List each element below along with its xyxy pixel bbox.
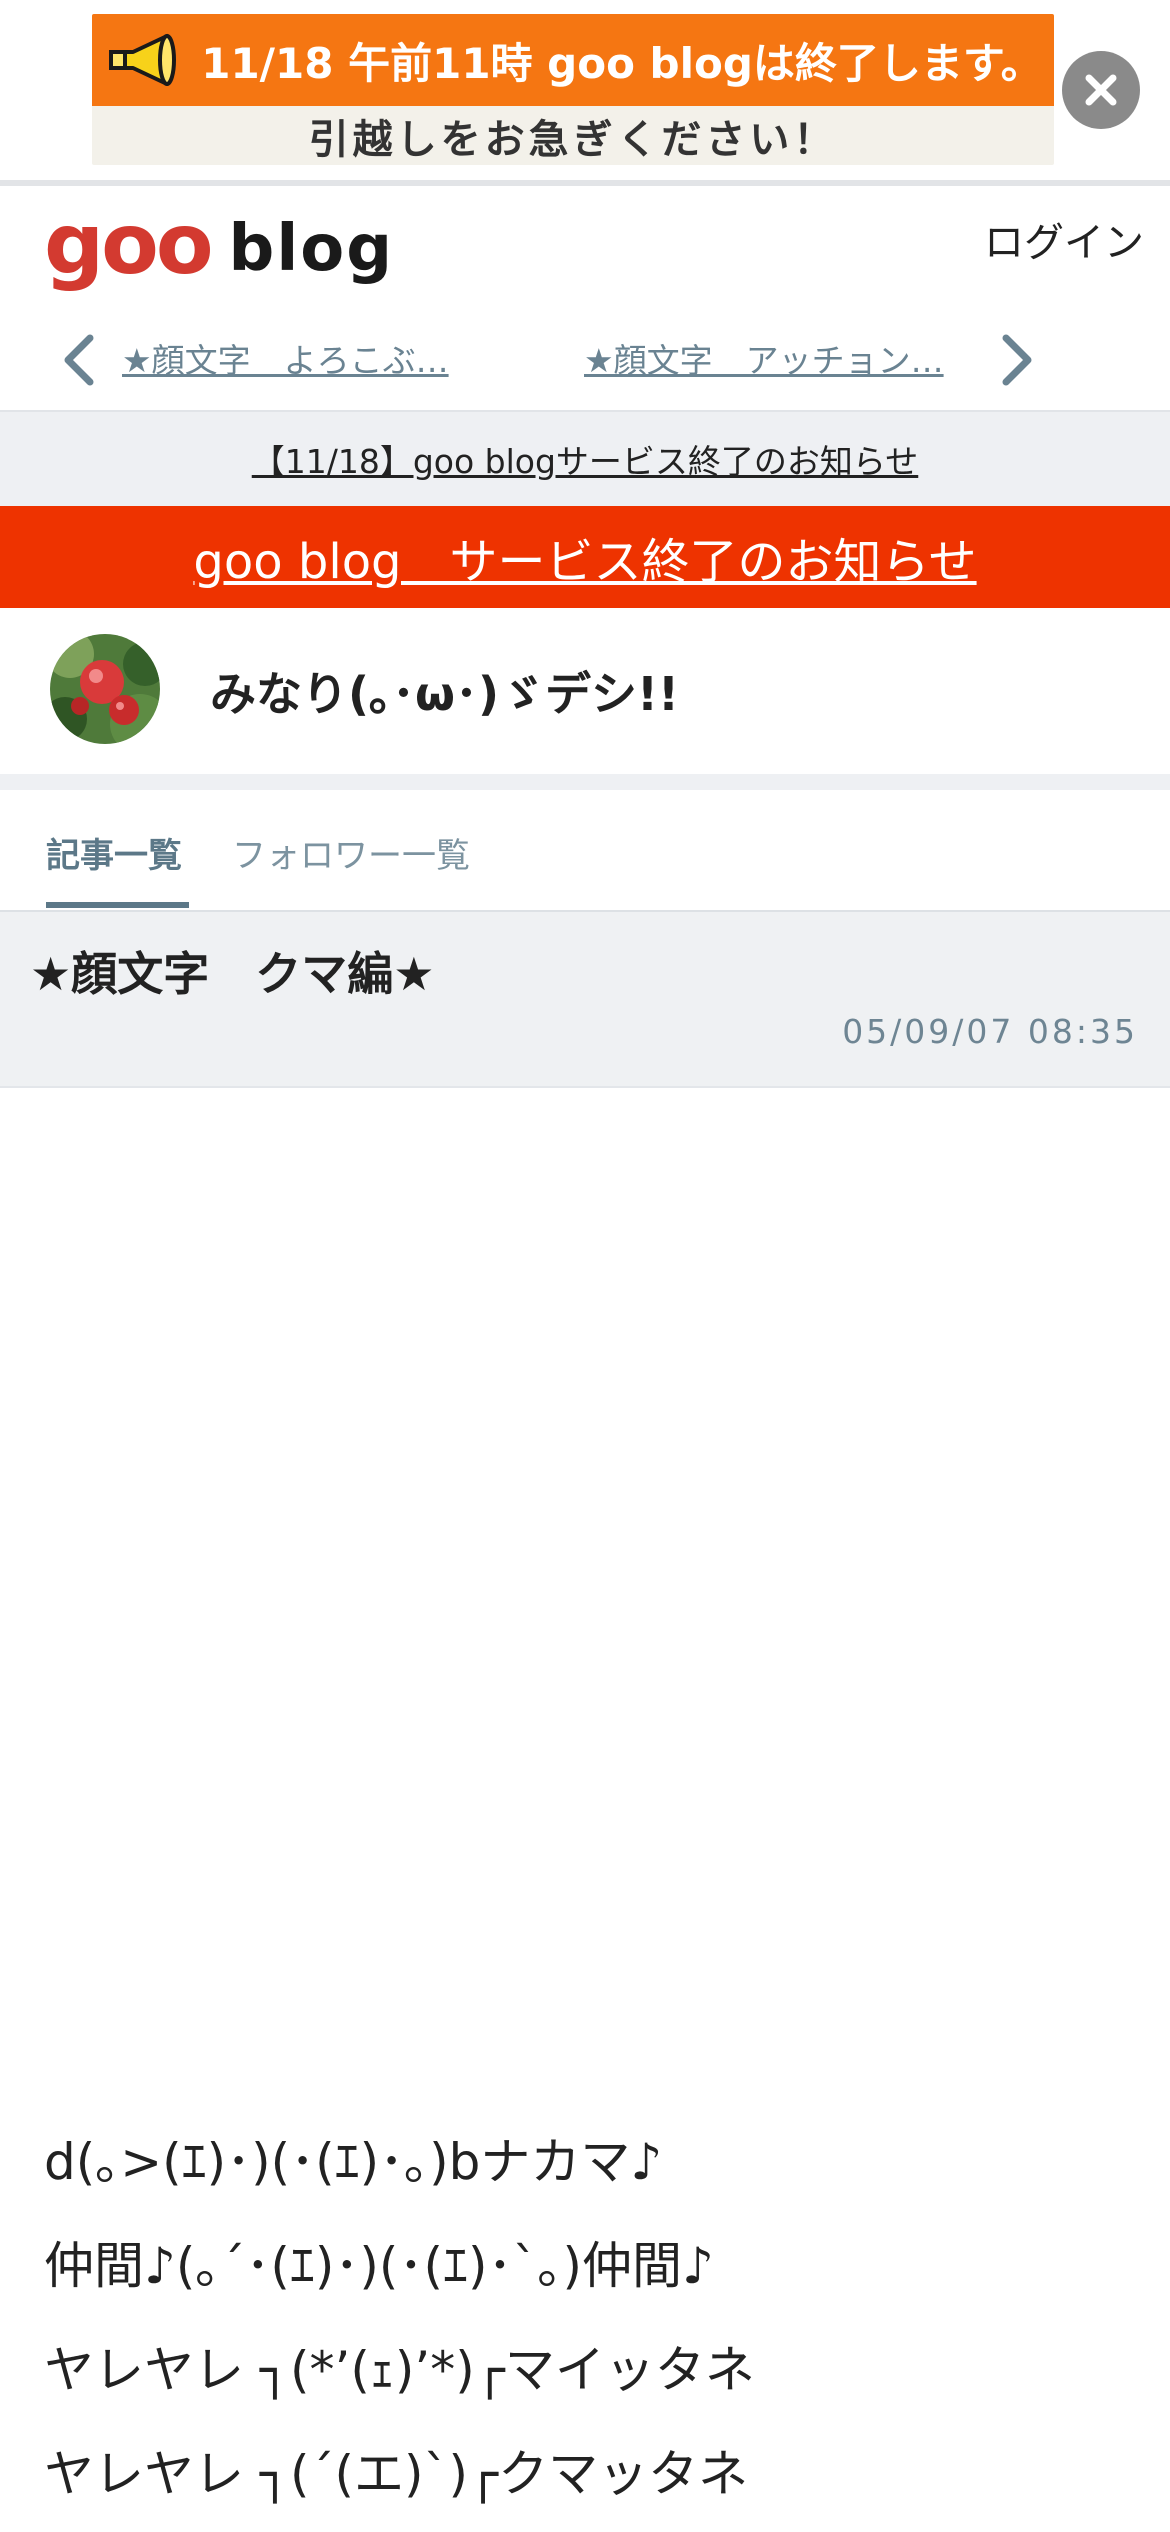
- goo-blog-logo[interactable]: goo blog: [44, 195, 395, 293]
- body-line: d(｡>(ｴ)･)(･(ｴ)･｡)bナカマ♪: [44, 2133, 663, 2191]
- avatar-image: [50, 634, 160, 744]
- login-link[interactable]: ログイン: [984, 210, 1144, 268]
- prev-article-link[interactable]: ★顔文字 よろこぶ…: [122, 334, 492, 382]
- megaphone-icon: [109, 34, 177, 86]
- avatar[interactable]: [50, 634, 160, 744]
- logo-blog: blog: [228, 212, 395, 286]
- blog-name[interactable]: みなり(｡･ω･)ゞデシ!!: [210, 658, 679, 724]
- notice-link[interactable]: 【11/18】goo blogサービス終了のお知らせ: [252, 435, 919, 483]
- tab-article-list[interactable]: 記事一覧: [46, 828, 182, 877]
- next-article-link[interactable]: ★顔文字 アッチョン…: [584, 334, 954, 382]
- body-line: 仲間♪(｡´･(ｴ)･)(･(ｴ)･`｡)仲間♪: [44, 2237, 714, 2295]
- chevron-right-icon[interactable]: [984, 330, 1044, 390]
- article-body: d(｡>(ｴ)･)(･(ｴ)･｡)bナカマ♪ 仲間♪(｡´･(ｴ)･)(･(ｴ)…: [44, 2110, 1144, 2526]
- ad-area: 11/18 午前11時 goo blogは終了します。 引越しをお急ぎください！: [0, 0, 1170, 180]
- article-pager: ★顔文字 よろこぶ… ★顔文字 アッチョン…: [0, 310, 1170, 410]
- tab-bar: 記事一覧 フォロワー一覧: [0, 790, 1170, 912]
- logo-goo: goo: [44, 195, 214, 293]
- site-header: goo blog ログイン: [0, 186, 1170, 310]
- announcement-bar: goo blog サービス終了のお知らせ: [0, 506, 1170, 608]
- body-line: ヤレヤレ ┐(´(エ)`)┌クマッタネ: [44, 2445, 749, 2503]
- banner-bottom: 引越しをお急ぎください！: [92, 106, 1054, 165]
- body-line: ヤレヤレ ┐(*’(ｪ)’*)┌マイッタネ: [44, 2341, 755, 2399]
- close-banner-button[interactable]: [1062, 51, 1140, 129]
- article-title: ★顔文字 クマ編★: [30, 947, 435, 1001]
- article-date: 05/09/07 08:35: [842, 1012, 1138, 1051]
- chevron-left-icon[interactable]: [52, 330, 112, 390]
- article-header: ★顔文字 クマ編★ 05/09/07 08:35: [0, 912, 1170, 1088]
- blog-profile: みなり(｡･ω･)ゞデシ!!: [0, 608, 1170, 774]
- divider: [0, 774, 1170, 790]
- banner-line1: 11/18 午前11時 goo blogは終了します。: [201, 38, 1043, 88]
- banner-line2: 引越しをお急ぎください！: [308, 116, 838, 163]
- tab-follower-list[interactable]: フォロワー一覧: [232, 828, 470, 877]
- banner-top: 11/18 午前11時 goo blogは終了します。: [92, 14, 1054, 106]
- service-end-banner[interactable]: 11/18 午前11時 goo blogは終了します。 引越しをお急ぎください！: [92, 14, 1054, 165]
- close-icon: [1085, 74, 1117, 106]
- active-tab-indicator: [46, 902, 189, 908]
- notice-bar: 【11/18】goo blogサービス終了のお知らせ: [0, 410, 1170, 506]
- announcement-link[interactable]: goo blog サービス終了のお知らせ: [193, 522, 976, 592]
